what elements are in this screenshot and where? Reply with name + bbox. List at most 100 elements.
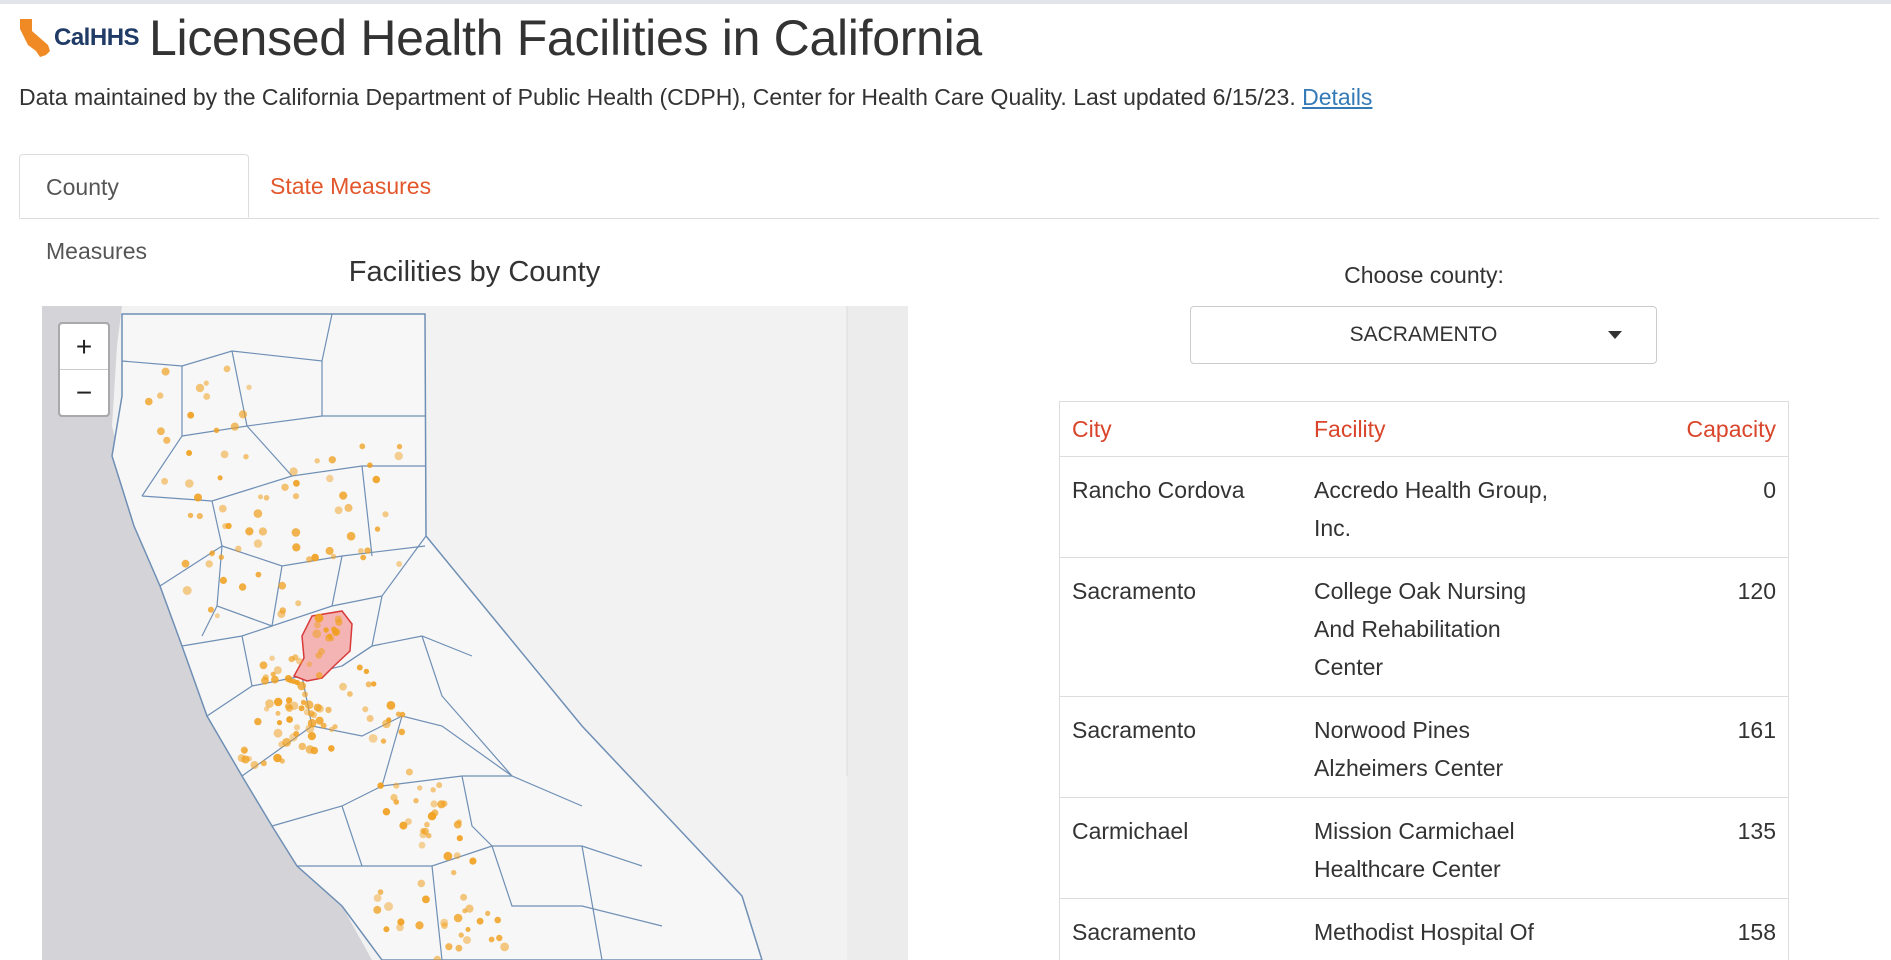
- facility-dot[interactable]: [310, 711, 317, 719]
- facility-dot[interactable]: [453, 820, 462, 829]
- facility-dot[interactable]: [346, 531, 356, 541]
- facility-dot[interactable]: [325, 546, 334, 555]
- facility-dot[interactable]: [500, 942, 509, 952]
- facility-dot[interactable]: [314, 458, 320, 464]
- facility-dot[interactable]: [254, 717, 262, 726]
- facility-dot[interactable]: [196, 513, 203, 520]
- facility-dot[interactable]: [373, 894, 382, 902]
- facility-dot[interactable]: [320, 722, 327, 729]
- facility-dot[interactable]: [377, 889, 384, 895]
- facility-dot[interactable]: [263, 706, 270, 712]
- facility-dot[interactable]: [344, 503, 353, 512]
- facility-dot[interactable]: [462, 908, 468, 914]
- facility-dot[interactable]: [371, 681, 377, 687]
- facility-dot[interactable]: [453, 913, 463, 923]
- facility-dot[interactable]: [393, 782, 400, 789]
- table-row[interactable]: Rancho Cordova Accredo Health Group, Inc…: [1060, 456, 1788, 558]
- facility-dot[interactable]: [185, 479, 194, 488]
- facility-dot[interactable]: [157, 392, 164, 399]
- facility-dot[interactable]: [451, 869, 457, 876]
- facility-dot[interactable]: [380, 738, 387, 744]
- facility-dot[interactable]: [465, 927, 471, 932]
- facility-dot[interactable]: [187, 512, 194, 519]
- facility-dot[interactable]: [366, 715, 374, 722]
- facility-dot[interactable]: [396, 923, 404, 932]
- facility-dot[interactable]: [469, 857, 477, 865]
- facility-dot[interactable]: [455, 944, 463, 952]
- facility-dot[interactable]: [219, 576, 227, 584]
- facility-dot[interactable]: [217, 475, 223, 481]
- facility-dot[interactable]: [303, 708, 311, 716]
- facility-dot[interactable]: [463, 936, 471, 945]
- facility-dot[interactable]: [291, 528, 301, 537]
- facility-dot[interactable]: [383, 926, 390, 933]
- facility-dot[interactable]: [399, 711, 406, 718]
- facility-dot[interactable]: [300, 699, 307, 705]
- facility-dot[interactable]: [286, 716, 293, 723]
- facility-dot[interactable]: [312, 629, 322, 639]
- tab-state-measures[interactable]: State Measures: [270, 154, 431, 218]
- facility-dot[interactable]: [207, 606, 214, 613]
- facility-dot[interactable]: [476, 917, 484, 925]
- facility-dot[interactable]: [263, 495, 270, 501]
- facility-dot[interactable]: [163, 436, 171, 444]
- facility-dot[interactable]: [278, 581, 287, 590]
- facility-dot[interactable]: [328, 745, 335, 752]
- facility-dot[interactable]: [359, 443, 366, 450]
- table-row[interactable]: Carmichael Mission Carmichael Healthcare…: [1060, 797, 1788, 899]
- facility-dot[interactable]: [209, 551, 215, 557]
- facility-dot[interactable]: [440, 918, 449, 927]
- facility-dot[interactable]: [218, 554, 224, 560]
- facility-dot[interactable]: [288, 656, 295, 663]
- facility-dot[interactable]: [279, 607, 287, 614]
- facility-dot[interactable]: [374, 526, 381, 532]
- facility-dot[interactable]: [285, 697, 293, 704]
- facility-dot[interactable]: [445, 943, 453, 951]
- facility-dot[interactable]: [259, 661, 268, 670]
- facility-dot[interactable]: [281, 483, 289, 491]
- facility-dot[interactable]: [220, 450, 229, 459]
- facility-dot[interactable]: [274, 697, 283, 707]
- facility-dot[interactable]: [238, 410, 248, 419]
- map-canvas[interactable]: [42, 306, 908, 960]
- facility-dot[interactable]: [441, 800, 448, 807]
- facility-dot[interactable]: [305, 724, 315, 733]
- facility-dot[interactable]: [405, 818, 412, 825]
- facility-dot[interactable]: [365, 681, 372, 688]
- facility-dot[interactable]: [205, 560, 213, 568]
- facility-dot[interactable]: [270, 671, 276, 677]
- facility-dot[interactable]: [161, 477, 168, 485]
- facility-dot[interactable]: [298, 742, 306, 751]
- facility-dot[interactable]: [297, 681, 306, 691]
- facility-dot[interactable]: [292, 543, 301, 552]
- facility-dot[interactable]: [262, 674, 269, 681]
- facility-dot[interactable]: [289, 467, 298, 476]
- facility-dot[interactable]: [314, 621, 321, 629]
- facility-dot[interactable]: [238, 583, 247, 591]
- zoom-out-button[interactable]: −: [60, 370, 108, 415]
- facility-dot[interactable]: [306, 661, 313, 667]
- facility-dot[interactable]: [275, 710, 281, 716]
- facility-dot[interactable]: [335, 618, 343, 626]
- facility-dot[interactable]: [332, 628, 341, 637]
- facility-dot[interactable]: [339, 682, 347, 691]
- facility-dot[interactable]: [253, 539, 263, 548]
- facility-dot[interactable]: [323, 627, 329, 633]
- facility-dot[interactable]: [302, 691, 308, 698]
- facility-dot[interactable]: [325, 706, 332, 714]
- facility-dot[interactable]: [417, 785, 423, 791]
- facility-dot[interactable]: [310, 746, 319, 755]
- facility-dot[interactable]: [203, 393, 211, 400]
- column-header-city[interactable]: City: [1060, 402, 1302, 457]
- facility-dot[interactable]: [307, 732, 316, 741]
- facility-dot[interactable]: [424, 821, 430, 828]
- column-header-capacity[interactable]: Capacity: [1576, 402, 1788, 457]
- facility-dot[interactable]: [258, 494, 263, 500]
- facility-dot[interactable]: [242, 748, 248, 754]
- facility-dot[interactable]: [298, 705, 305, 712]
- column-header-facility[interactable]: Facility: [1302, 402, 1576, 457]
- facility-dot[interactable]: [453, 852, 461, 860]
- facility-dot[interactable]: [347, 691, 353, 697]
- facility-dot[interactable]: [382, 719, 391, 729]
- facility-dot[interactable]: [246, 384, 252, 390]
